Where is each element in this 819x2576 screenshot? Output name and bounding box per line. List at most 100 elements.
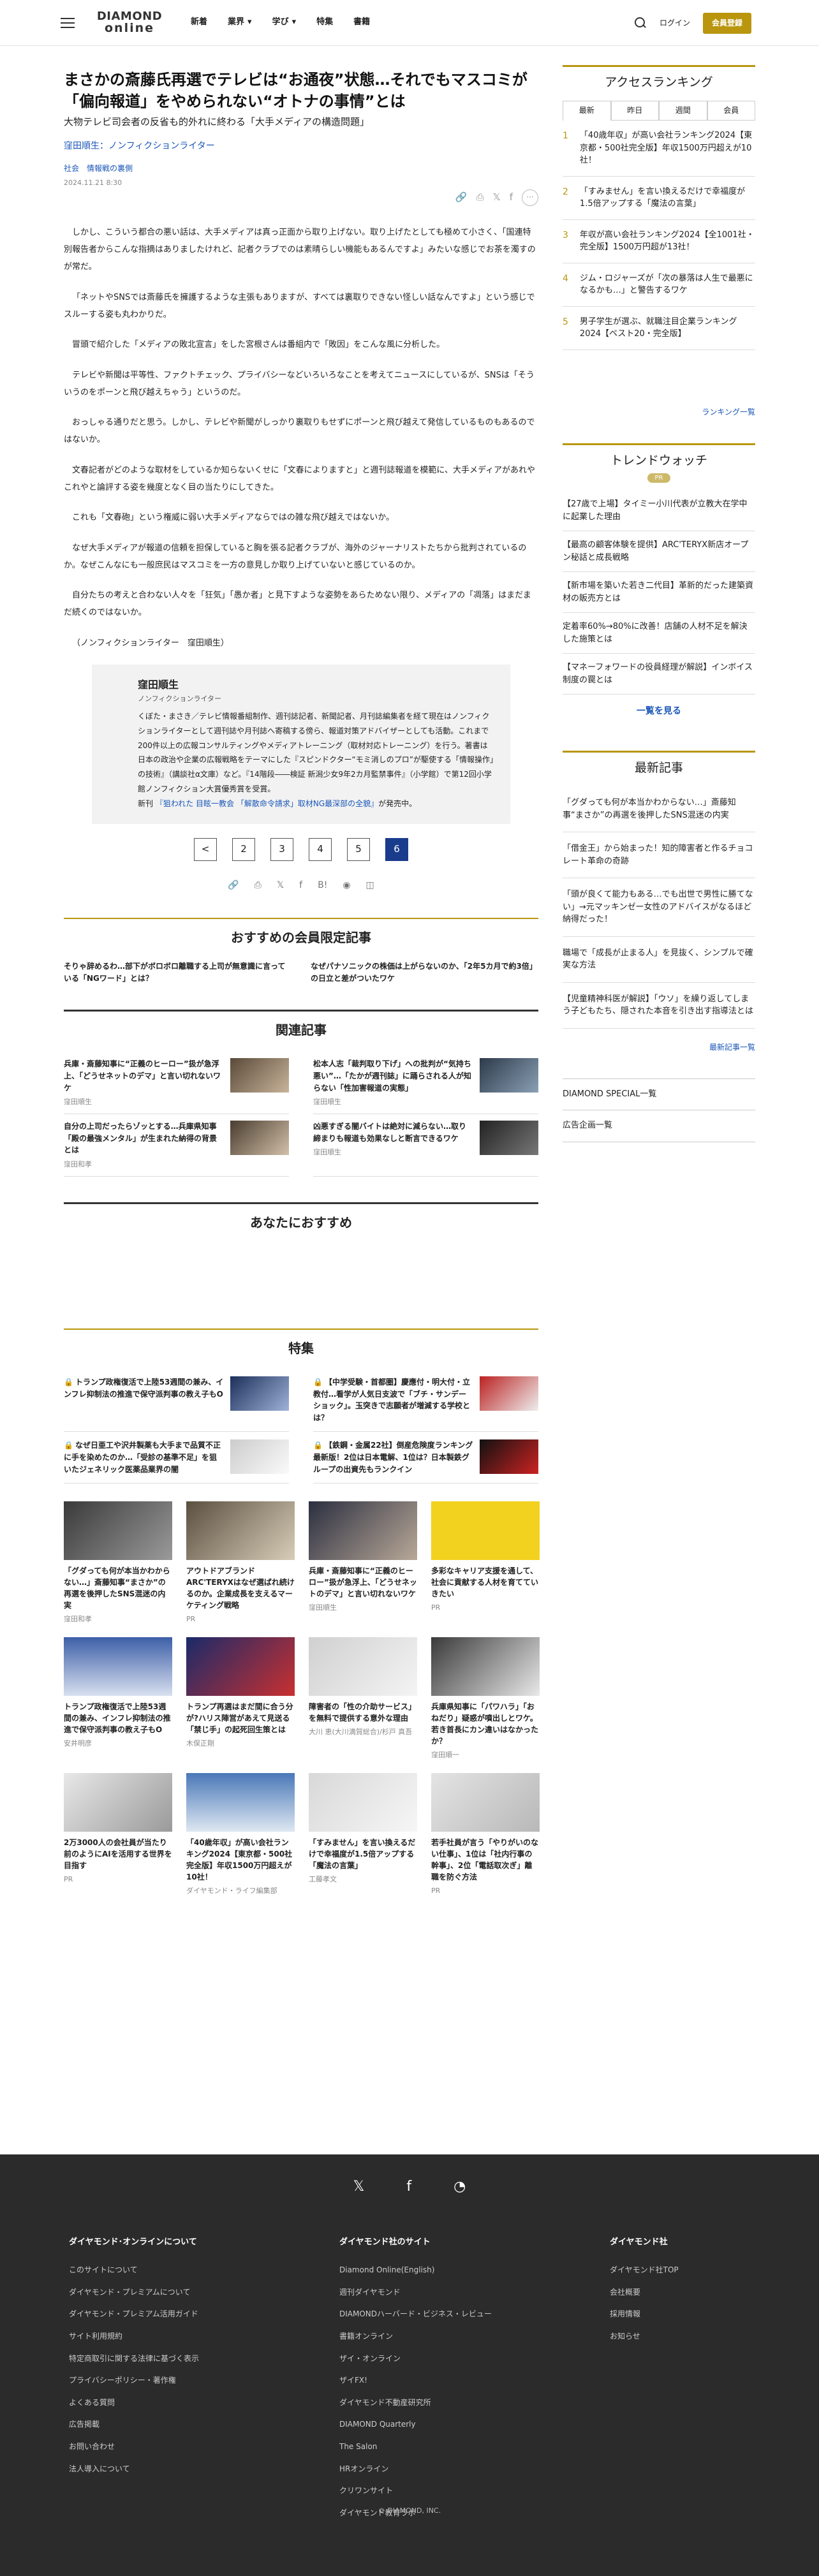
latest-item[interactable]: 「頭が良くて能力もある…でも出世で男性に勝てない」→元マッキンゼー女性のアドバイ… [563,878,755,937]
footer-link[interactable]: ザイFX! [339,2369,531,2392]
related-item[interactable]: 兵庫・斎藤知事に“正義のヒーロー”扱が急浮上、「どうせネットのデマ」と言い切れな… [64,1052,289,1115]
footer-link[interactable]: 採用情報 [610,2303,750,2325]
footer-link[interactable]: 週刊ダイヤモンド [339,2281,531,2304]
menu-icon[interactable] [61,17,75,28]
facebook-icon[interactable]: f [299,879,302,893]
pocket-icon[interactable]: ◫ [366,879,374,893]
feature-item[interactable]: 🔒 トランプ政権復活で上陸53週間の兼み、インフレ抑制法の推進で保守派判事の教え子… [64,1369,289,1432]
nav-books[interactable]: 書籍 [353,16,370,29]
article-card[interactable]: トランプ再選はまだ間に合う分が?ハリス陣営があえて見送る「禁じ手」の起死回生策と… [186,1637,295,1760]
pager-page[interactable]: 5 [347,837,370,861]
print-icon[interactable]: ⎙ [476,190,484,205]
member-register-button[interactable]: 会員登録 [702,13,751,34]
ranking-item[interactable]: 3 年収が高い会社ランキング2024【全1001社・完全版】1500万円超が13社… [563,220,755,263]
hatena-icon[interactable]: B! [318,879,327,893]
footer-link[interactable]: 会社概要 [610,2281,750,2304]
x-icon[interactable]: 𝕏 [277,879,284,893]
article-card[interactable]: 「すみません」を言い換えるだけで幸福度が1.5倍アップする「魔法の言葉」 工藤孝文 [309,1773,417,1896]
login-link[interactable]: ログイン [660,17,690,29]
trend-item[interactable]: 【27歳で上場】タイミー小川代表が立教大在学中に起業した理由 [563,490,755,532]
nav-feature[interactable]: 特集 [316,16,333,29]
footer-link[interactable]: ザイ・オンライン [339,2348,531,2370]
article-card[interactable]: 障害者の「性の介助サービス」を無料で提供する意外な理由 大川 恵(大川満賀総合)/… [309,1637,417,1760]
link-icon[interactable]: 🔗 [228,879,239,893]
trend-item[interactable]: 定着率60%→80%に改善！店舗の人材不足を解決した施策とは [563,613,755,654]
latest-item[interactable]: 「グダっても何が本当かわからない…」斎藤知事“まさか”の再選を後押したSNS混迷… [563,786,755,833]
search-icon[interactable] [634,17,647,29]
footer-link[interactable]: プライバシーポリシー・著作権 [69,2369,260,2392]
ranking-more-link[interactable]: ランキング一覧 [563,406,755,418]
nav-industry[interactable]: 業界 ▾ [228,16,252,29]
pager-prev[interactable]: < [194,837,217,861]
latest-item[interactable]: 職場で「成長が止まる人」を見抜く、シンプルで確実な方法 [563,937,755,983]
footer-link[interactable]: DIAMONDハーバード・ビジネス・レビュー [339,2303,531,2325]
article-card[interactable]: 2万3000人の会社員が当たり前のようにAIを活用する世界を目指す PR [64,1773,172,1896]
footer-link[interactable]: Diamond Online(English) [339,2259,531,2281]
feature-item[interactable]: 🔒 【鉄鋼・金属22社】倒産危険度ランキング最新版！2位は日本電解、1位は？日本製… [313,1432,538,1484]
tab-yesterday[interactable]: 昨日 [610,101,659,121]
article-card[interactable]: 「40歳年収」が高い会社ランキング2024【東京都・500社完全版】年収1500… [186,1773,295,1896]
nav-new[interactable]: 新着 [191,16,207,29]
feature-item[interactable]: 🔒 なぜ日亜工や沢井製薬も大手まで品質不正に手を染めたのか…「受診の基準不足」を狙… [64,1432,289,1484]
category-link[interactable]: 社会 [64,163,79,175]
trend-item[interactable]: 【マネーフォワードの役員経理が解説】インボイス制度の罠とは [563,654,755,695]
x-icon[interactable]: 𝕏 [493,190,501,205]
ad-feature-link[interactable]: 広告企画一覧 [563,1110,755,1142]
footer-link[interactable]: 書籍オンライン [339,2325,531,2348]
article-card[interactable]: 「グダっても何が本当かわからない…」斎藤知事“まさか”の再選を後押したSNS混迷… [64,1501,172,1624]
trend-item[interactable]: 【新市場を築いた若き二代目】革新的だった建築資材の販売方とは [563,572,755,614]
new-book-link[interactable]: 『狙われた 目眩一教会 「解散命令請求」取材NG最深部の全貌』 [156,799,378,808]
article-card[interactable]: アウトドアブランド ARC'TERYXはなぜ選ばれ続けるのか。企業成長を支えるマ… [186,1501,295,1624]
footer-link[interactable]: ダイヤモンド社TOP [610,2259,750,2281]
recommended-item[interactable]: なぜパナソニックの株価は上がらないのか、「2年5カ月で約3倍」の日立と差がついた… [311,960,538,984]
footer-link[interactable]: このサイトについて [69,2259,260,2281]
latest-item[interactable]: 「借金王」から始まった！知的障害者と作るチョコレート革命の奇跡 [563,832,755,879]
latest-more-link[interactable]: 最新記事一覧 [563,1041,755,1054]
footer-link[interactable]: お問い合わせ [69,2436,260,2458]
nav-learn[interactable]: 学び ▾ [272,16,297,29]
category-link[interactable]: 情報戦の裏側 [87,163,133,175]
footer-link[interactable]: DIAMOND Quarterly [339,2413,531,2436]
author-link[interactable]: 窪田順生：ノンフィクションライター [64,140,538,154]
trend-more-link[interactable]: 一覧を見る [563,705,755,719]
footer-link[interactable]: 広告掲載 [69,2413,260,2436]
footer-link[interactable]: よくある質問 [69,2392,260,2414]
more-icon[interactable]: ··· [522,189,538,206]
latest-item[interactable]: 【児童精神科医が解説】「ウソ」を繰り返してしまう子どもたち、隠された本音を引き出… [563,983,755,1029]
related-item[interactable]: 松本人志「裁判取り下げ」への批判が“気持ち悪い”…「たかが週刊誌」に踊らされる人… [313,1052,538,1115]
trend-item[interactable]: 【最高の顧客体験を提供】ARC'TERYX新店オープン秘話と成長戦略 [563,531,755,573]
footer-link[interactable]: ダイヤモンド・プレミアム活用ガイド [69,2303,260,2325]
article-card[interactable]: トランプ政権復活で上陸53週間の兼み、インフレ抑制法の推進で保守派判事の教え子も… [64,1637,172,1760]
pager-current-page[interactable]: 6 [385,837,408,861]
tab-member[interactable]: 会員 [707,101,755,121]
footer-link[interactable]: 法人導入について [69,2458,260,2480]
author-name[interactable]: 窪田順生 [138,677,494,693]
facebook-icon[interactable]: f [510,190,513,205]
facebook-icon[interactable]: f [406,2176,411,2198]
line-icon[interactable]: ◉ [343,879,350,893]
feature-item[interactable]: 🔒 【中学受験・首都圏】慶應付・明大付・立教付…看学が人気日支波で「ブチ・サンデー… [313,1369,538,1432]
article-card[interactable]: 多彩なキャリア支援を通して、社会に貢献する人材を育てていきたい PR [431,1501,540,1624]
related-item[interactable]: 凶悪すぎる闇バイトは絶対に減らない…取り締まりも報道も効果なしと断言できるワケ窪… [313,1114,538,1177]
recommended-item[interactable]: そりゃ辞めるわ…部下がボロボロ離職する上司が無意識に言っている「NGワード」とは… [64,960,291,984]
article-card[interactable]: 若手社員が言う「やりがいのない仕事」、1位は「社内行事の幹事」、2位「電話取次ぎ… [431,1773,540,1896]
article-card[interactable]: 兵庫県知事に「パワハラ」「おねだり」疑惑が噴出しとワケ。若き首長にカン違いはなか… [431,1637,540,1760]
footer-link[interactable]: お知らせ [610,2325,750,2348]
related-item[interactable]: 自分の上司だったらゾッとする…兵庫県知事「殿の最強メンタル」が生まれた納得の背景… [64,1114,289,1177]
print-icon[interactable]: ⎙ [255,879,262,893]
footer-link[interactable]: 特定商取引に関する法律に基づく表示 [69,2348,260,2370]
footer-link[interactable]: HRオンライン [339,2458,531,2480]
ranking-item[interactable]: 2 「すみません」を言い換えるだけで幸福度が1.5倍アップする「魔法の言葉」 [563,177,755,220]
site-logo[interactable]: DIAMOND online [96,11,163,34]
footer-link[interactable]: クリワンサイト [339,2480,531,2502]
pager-page[interactable]: 4 [309,837,332,861]
article-card[interactable]: 兵庫・斎藤知事に“正義のヒーロー”扱が急浮上、「どうせネットのデマ」と言い切れな… [309,1501,417,1624]
tab-latest[interactable]: 最新 [563,101,611,121]
rss-icon[interactable]: ◔ [454,2176,466,2198]
tab-weekly[interactable]: 週間 [659,101,707,121]
x-icon[interactable]: 𝕏 [353,2176,365,2198]
ranking-item[interactable]: 5 男子学生が選ぶ、就職注目企業ランキング2024【ベスト20・完全版】 [563,307,755,350]
footer-link[interactable]: サイト利用規約 [69,2325,260,2348]
ranking-item[interactable]: 1 「40歳年収」が高い会社ランキング2024【東京都・500社完全版】年収150… [563,121,755,177]
footer-link[interactable]: ダイヤモンド・プレミアムについて [69,2281,260,2304]
